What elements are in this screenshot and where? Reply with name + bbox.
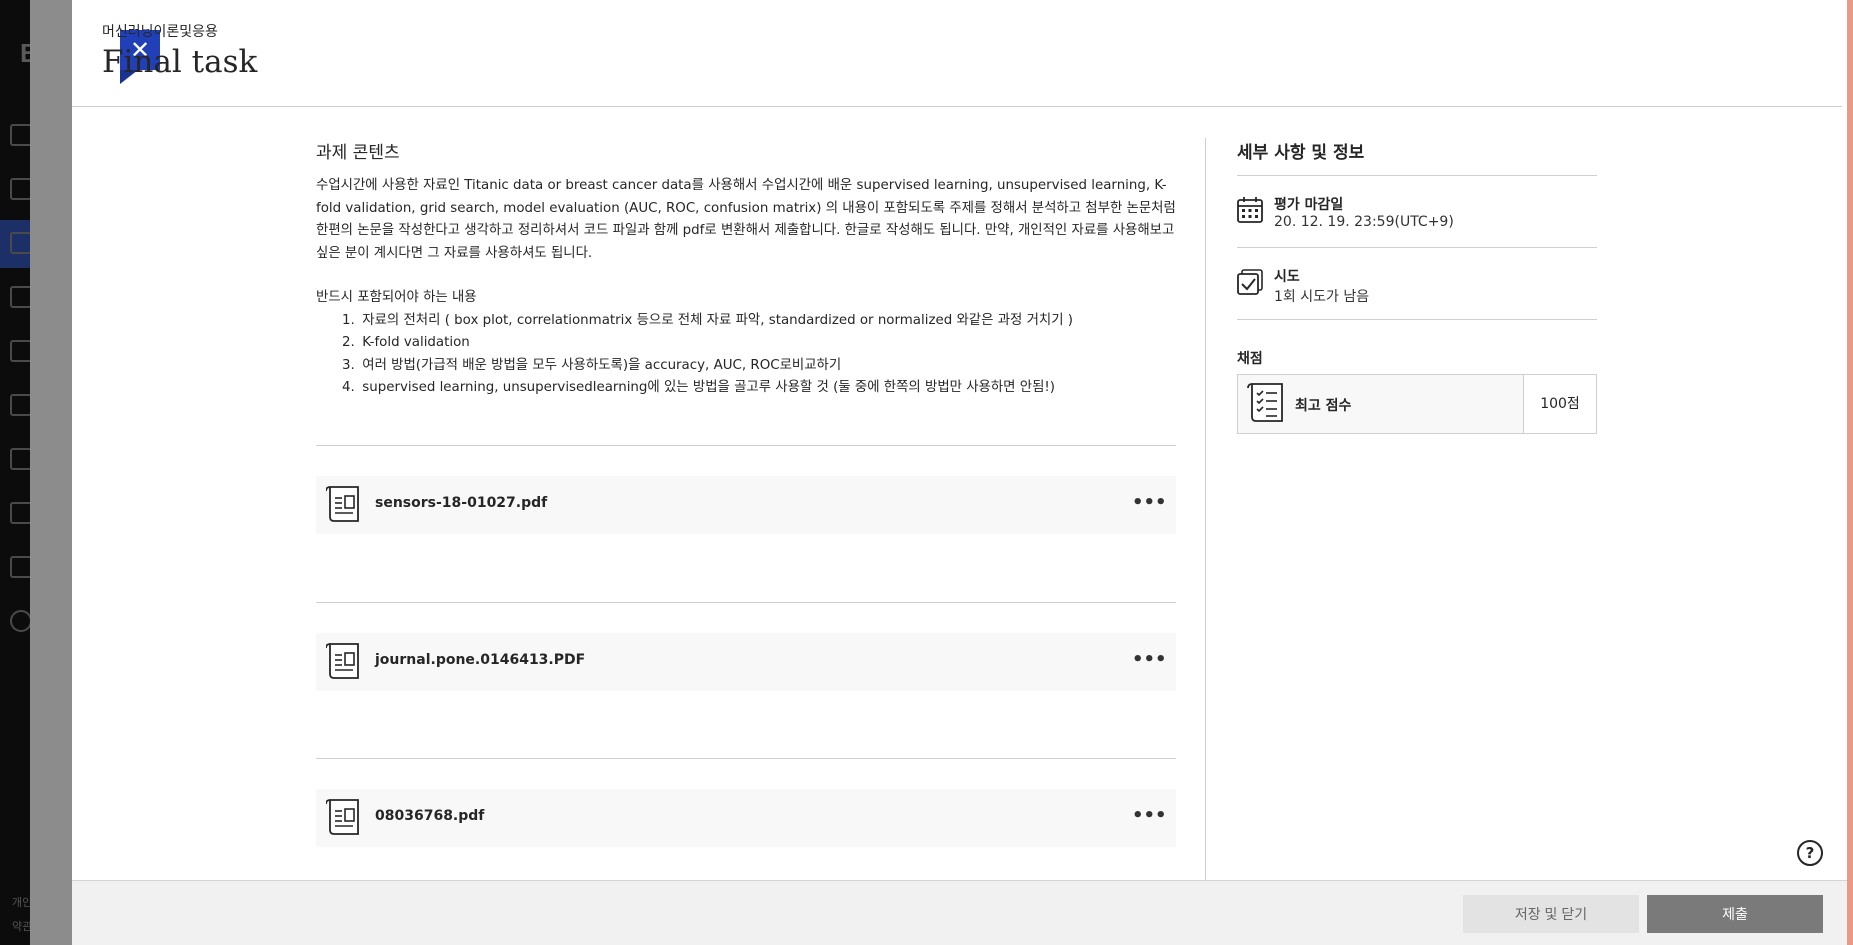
attempts-value: 1회 시도가 남음 bbox=[1274, 289, 1370, 305]
more-options-button[interactable]: ••• bbox=[1132, 647, 1167, 677]
due-date-label: 평가 마감일 bbox=[1274, 197, 1344, 213]
file-name[interactable]: 08036768.pdf bbox=[375, 808, 484, 824]
institution-icon bbox=[10, 124, 32, 146]
globe-icon bbox=[10, 232, 32, 254]
list-item: 2. K-fold validation bbox=[342, 332, 1176, 355]
file-name[interactable]: sensors-18-01027.pdf bbox=[375, 495, 547, 511]
document-icon bbox=[326, 643, 359, 679]
list-item-text: supervised learning, unsupervisedlearnin… bbox=[362, 380, 1055, 395]
file-attachment[interactable]: 08036768.pdf ••• bbox=[316, 789, 1176, 847]
modal-scrim bbox=[30, 0, 72, 945]
list-item: 1. 자료의 전처리 ( box plot, correlationmatrix… bbox=[342, 310, 1176, 333]
sidebar-divider bbox=[1205, 138, 1206, 880]
submit-button[interactable]: 제출 bbox=[1647, 895, 1823, 933]
groups-icon bbox=[10, 340, 32, 362]
more-options-button[interactable]: ••• bbox=[1132, 803, 1167, 833]
panel-edge-accent bbox=[1847, 0, 1853, 945]
calendar-icon bbox=[10, 394, 32, 416]
grades-icon bbox=[10, 502, 32, 524]
document-icon bbox=[326, 799, 359, 835]
max-score-value: 100점 bbox=[1523, 375, 1596, 433]
list-item-number: 1. bbox=[342, 312, 355, 328]
max-score-box: 최고 점수 100점 bbox=[1237, 374, 1597, 434]
section-divider bbox=[316, 445, 1176, 446]
sidebar-title: 세부 사항 및 정보 bbox=[1237, 138, 1597, 176]
content-section-title: 과제 콘텐츠 bbox=[316, 143, 400, 163]
document-icon bbox=[326, 486, 359, 522]
save-and-close-button[interactable]: 저장 및 닫기 bbox=[1463, 895, 1639, 933]
due-date-value: 20. 12. 19. 23:59(UTC+9) bbox=[1274, 214, 1454, 230]
tools-icon bbox=[10, 556, 32, 578]
messages-icon bbox=[10, 448, 32, 470]
attempts-row: 시도 1회 시도가 남음 bbox=[1237, 248, 1597, 320]
header-divider bbox=[72, 106, 1842, 107]
list-item-text: K-fold validation bbox=[362, 335, 470, 350]
checkbox-icon bbox=[1237, 269, 1263, 295]
page-title: Final task bbox=[102, 44, 258, 80]
course-breadcrumb[interactable]: 머신러닝이론및응용 bbox=[102, 21, 218, 41]
list-item-text: 여러 방법(가급적 배운 방법을 모두 사용하도록)을 accuracy, AU… bbox=[362, 357, 842, 373]
details-sidebar: 세부 사항 및 정보 평가 마감일 20. 12. 19. 23:59(UTC+… bbox=[1237, 138, 1597, 434]
section-divider bbox=[316, 758, 1176, 759]
profile-icon bbox=[10, 178, 32, 200]
grading-label: 채점 bbox=[1237, 351, 1263, 367]
more-options-button[interactable]: ••• bbox=[1132, 490, 1167, 520]
section-divider bbox=[316, 602, 1176, 603]
attempts-label: 시도 bbox=[1274, 269, 1300, 285]
list-item-number: 2. bbox=[342, 335, 355, 350]
requirements-list: 1. 자료의 전처리 ( box plot, correlationmatrix… bbox=[316, 310, 1176, 400]
assignment-description: 수업시간에 사용한 자료인 Titanic data or breast can… bbox=[316, 178, 1176, 261]
list-item: 3. 여러 방법(가급적 배운 방법을 모두 사용하도록)을 accuracy,… bbox=[342, 355, 1176, 378]
assignment-panel: ✕ 머신러닝이론및응용 Final task 과제 콘텐츠 수업시간에 사용한 … bbox=[72, 0, 1847, 945]
file-attachment[interactable]: sensors-18-01027.pdf ••• bbox=[316, 476, 1176, 534]
due-date-row: 평가 마감일 20. 12. 19. 23:59(UTC+9) bbox=[1237, 176, 1597, 248]
list-item-number: 4. bbox=[342, 380, 355, 395]
list-item: 4. supervised learning, unsupervisedlear… bbox=[342, 377, 1176, 400]
rubric-icon bbox=[1247, 383, 1283, 422]
calendar-icon bbox=[1237, 197, 1263, 223]
file-name[interactable]: journal.pone.0146413.PDF bbox=[375, 652, 585, 668]
assignment-content: 과제 콘텐츠 수업시간에 사용한 자료인 Titanic data or bre… bbox=[316, 138, 1176, 400]
help-icon[interactable]: ? bbox=[1797, 840, 1823, 866]
courses-icon bbox=[10, 286, 32, 308]
max-score-label: 최고 점수 bbox=[1295, 398, 1352, 414]
list-item-number: 3. bbox=[342, 357, 355, 373]
panel-footer: 저장 및 닫기 제출 bbox=[72, 880, 1847, 945]
signout-icon bbox=[10, 610, 32, 632]
requirements-title: 반드시 포함되어야 하는 내용 bbox=[316, 290, 477, 305]
file-attachment[interactable]: journal.pone.0146413.PDF ••• bbox=[316, 633, 1176, 691]
list-item-text: 자료의 전처리 ( box plot, correlationmatrix 등으… bbox=[362, 312, 1074, 328]
